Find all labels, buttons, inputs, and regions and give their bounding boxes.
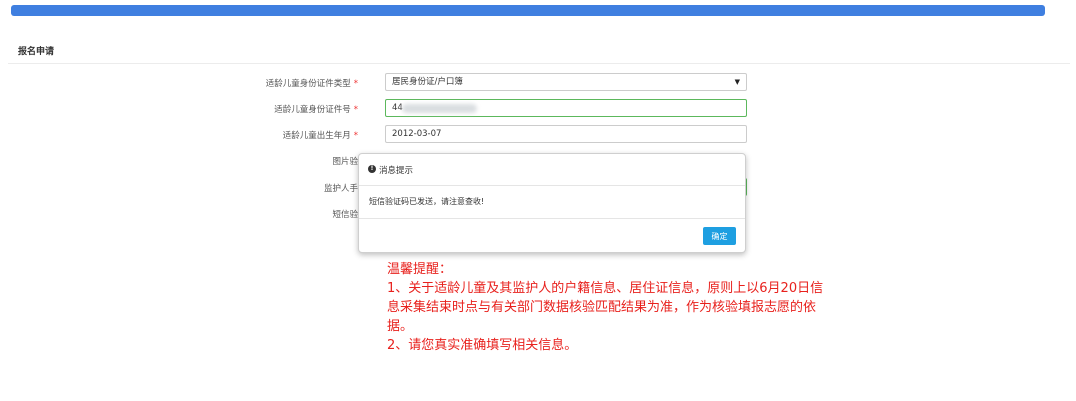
info-circle-icon: ! xyxy=(368,165,376,173)
field-label: 适龄儿童身份证件类型 * xyxy=(265,79,358,89)
top-progress-bar xyxy=(11,5,1045,16)
birth-date-input[interactable]: 2012-03-07 xyxy=(385,125,747,143)
dialog-message: 短信验证码已发送，请注意查收! xyxy=(369,197,485,206)
dialog-title: 消息提示 xyxy=(379,166,414,176)
field-label: 图片验 xyxy=(332,157,358,167)
field-label: 适龄儿童出生年月 * xyxy=(282,131,358,141)
confirm-button[interactable]: 确定 xyxy=(703,227,736,245)
dialog-header: ! 消息提示 xyxy=(359,154,745,186)
reminder-title: 温馨提醒： xyxy=(387,262,453,277)
divider xyxy=(8,63,1070,64)
redacted-blur xyxy=(402,104,477,113)
form-row-id-type: 适龄儿童身份证件类型 * 居民身份证/户口簿 ▼ xyxy=(0,73,1076,93)
page-title: 报名申请 xyxy=(18,47,55,57)
reminder-line: 2、请您真实准确填写相关信息。 xyxy=(387,338,578,353)
dialog-divider xyxy=(359,218,745,219)
field-label: 适龄儿童身份证件号 * xyxy=(274,105,358,115)
caret-down-icon: ▼ xyxy=(734,78,740,86)
id-type-select[interactable]: 居民身份证/户口簿 ▼ xyxy=(385,73,747,91)
form-row-id-number: 适龄儿童身份证件号 * 44 xyxy=(0,99,1076,119)
field-label: 短信验 xyxy=(332,210,358,220)
reminder-line: 据。 xyxy=(387,319,414,334)
reminder-line: 息采集结束时点与有关部门数据核验匹配结果为准，作为核验填报志愿的依 xyxy=(387,300,817,315)
reminder-line: 1、关于适龄儿童及其监护人的户籍信息、居住证信息，原则上以6月20日信 xyxy=(387,281,824,296)
id-number-input[interactable]: 44 xyxy=(385,99,747,117)
field-label: 监护人手 xyxy=(323,184,358,194)
reminder-notice: 温馨提醒： 1、关于适龄儿童及其监护人的户籍信息、居住证信息，原则上以6月20日… xyxy=(387,260,917,355)
message-dialog: ! 消息提示 短信验证码已发送，请注意查收! 确定 xyxy=(358,153,746,253)
form-row-birth-date: 适龄儿童出生年月 * 2012-03-07 xyxy=(0,125,1076,145)
